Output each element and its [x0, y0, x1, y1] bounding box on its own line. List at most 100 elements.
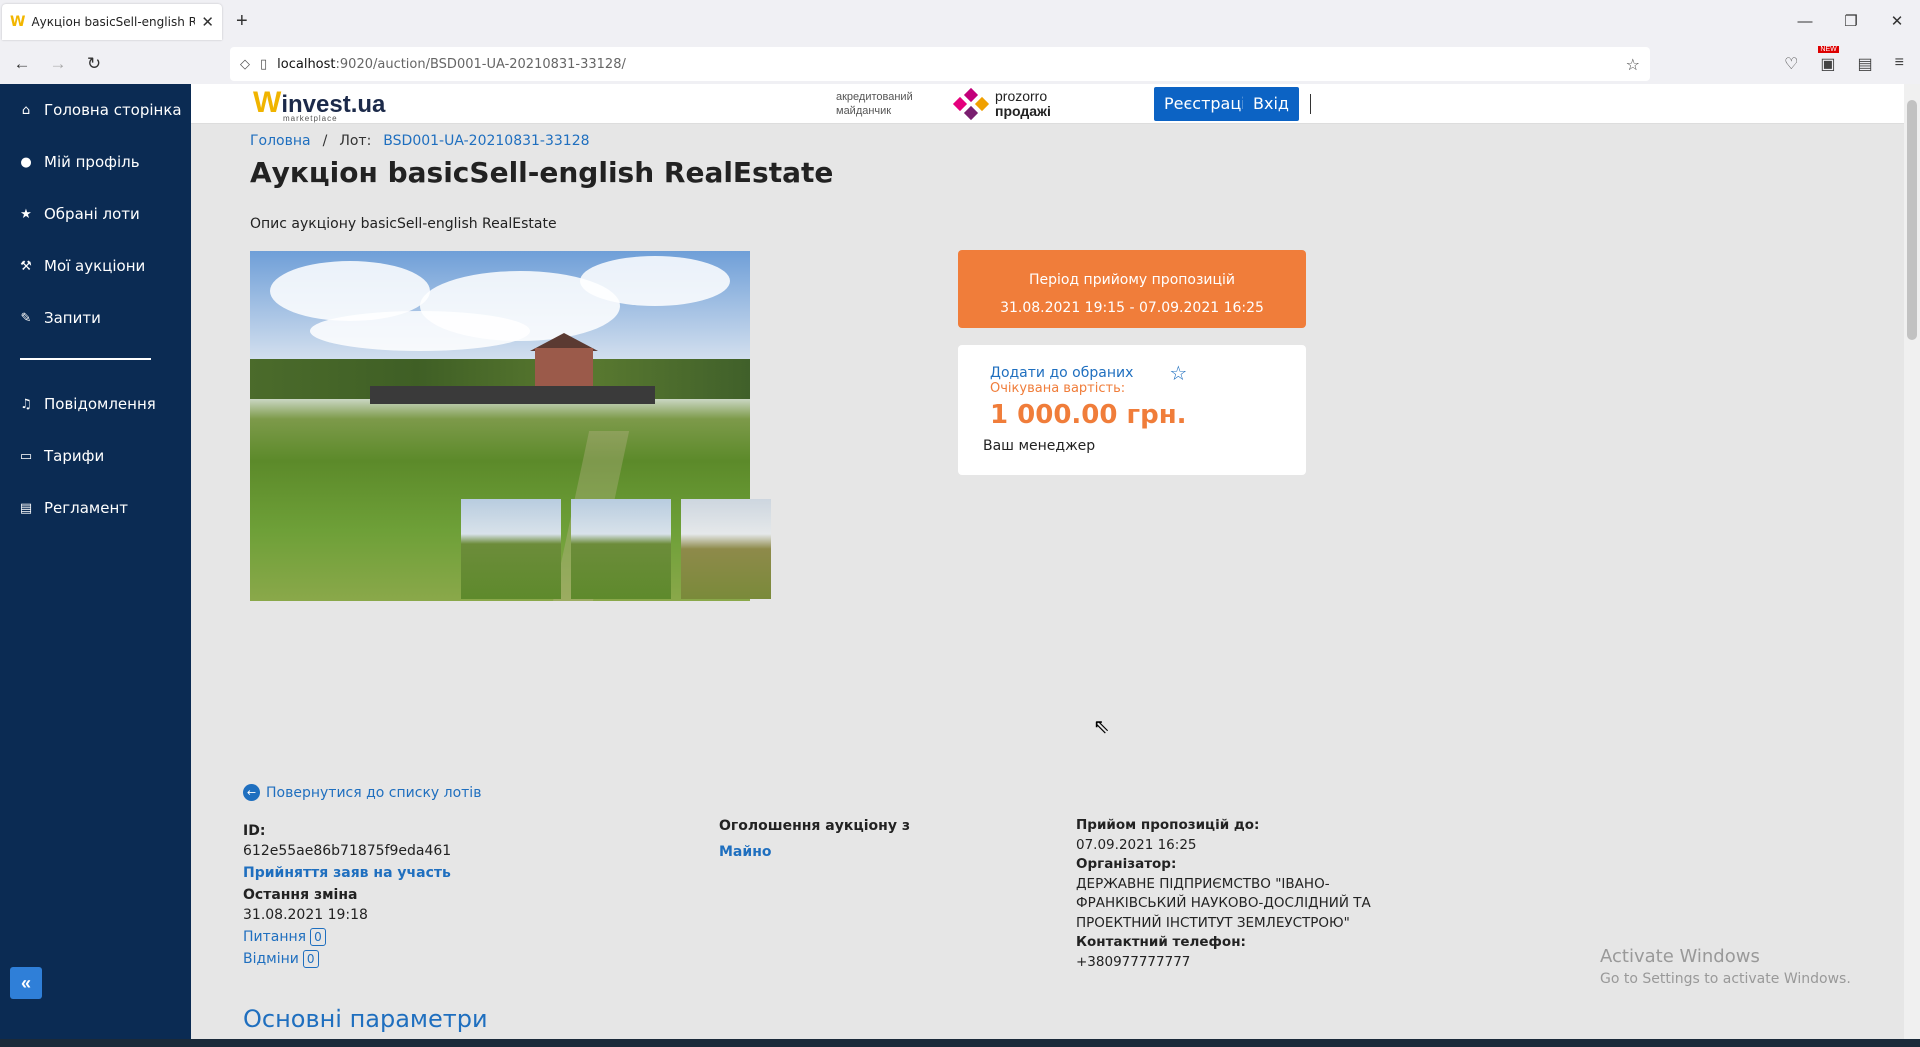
- extension-icon[interactable]: NEW ▣: [1818, 46, 1839, 74]
- browser-tab[interactable]: W Аукціон basicSell-english RealE ✕: [2, 4, 222, 40]
- shield-icon: ◇: [240, 56, 250, 72]
- login-button[interactable]: Вхід: [1243, 87, 1299, 121]
- accredited-line2: майданчик: [836, 105, 892, 117]
- bidding-period-banner: Період прийому пропозицій 31.08.2021 19:…: [958, 250, 1306, 328]
- back-label: Повернутися до списку лотів: [266, 784, 482, 801]
- logo-sub: marketplace: [283, 114, 338, 123]
- money-icon: ▭: [19, 448, 33, 464]
- period-label: Період прийому пропозицій: [1028, 272, 1236, 288]
- star-outline-icon[interactable]: ☆: [1169, 361, 1187, 385]
- accredited-line1: акредитований: [836, 91, 913, 103]
- new-badge: NEW: [1818, 46, 1839, 53]
- document-icon: ▤: [19, 500, 33, 516]
- sidebar-item-label: Мої аукціони: [44, 257, 146, 275]
- save-icon[interactable]: ▤: [1858, 54, 1873, 74]
- back-arrow-icon[interactable]: ←: [8, 54, 36, 74]
- photo-thumbnails: [461, 499, 771, 599]
- nav-bar: ← → ↻ ◇ ▯ localhost :9020/auction/BSD001…: [0, 44, 1920, 84]
- status-link[interactable]: Прийняття заяв на участь: [243, 863, 451, 883]
- tab-bar: W Аукціон basicSell-english RealE ✕ + — …: [0, 0, 1920, 44]
- organizer-value: ДЕРЖАВНЕ ПІДПРИЄМСТВО "ІВАНО-ФРАНКІВСЬКИ…: [1076, 875, 1371, 931]
- home-icon: ⌂: [21, 102, 31, 118]
- thumbnail[interactable]: [571, 499, 671, 599]
- deadline-label: Прийом пропозицій до:: [1076, 817, 1260, 833]
- new-tab-icon[interactable]: +: [236, 10, 248, 33]
- main-content: Головна / Лот: BSD001-UA-20210831-33128 …: [191, 124, 1904, 1039]
- price-card: Додати до обраних ☆ Очікувана вартість: 1…: [958, 345, 1306, 475]
- details-column-1: ID: 612e55ae86b71875f9eda461 Прийняття з…: [243, 821, 451, 969]
- expected-price-label: Очікувана вартість:: [990, 381, 1126, 396]
- expected-price: 1 000.00 грн.: [990, 400, 1187, 430]
- sidebar-item-label: Головна сторінка: [44, 101, 182, 119]
- collapse-sidebar-button[interactable]: «: [10, 967, 42, 999]
- site-header: Winvest.ua marketplace акредитований майда…: [191, 84, 1904, 124]
- menu-icon[interactable]: ≡: [1895, 54, 1904, 74]
- questions-count: 0: [310, 928, 326, 946]
- sidebar-item-requests[interactable]: ✎ Запити: [0, 292, 191, 344]
- details-column-2: Оголошення аукціону з Майно: [719, 816, 910, 862]
- auction-description: Опис аукціону basicSell-english RealEsta…: [250, 216, 557, 232]
- url-path: :9020/auction/BSD001-UA-20210831-33128/: [335, 56, 626, 72]
- breadcrumb-lot-id[interactable]: BSD001-UA-20210831-33128: [383, 133, 589, 149]
- breadcrumb-home[interactable]: Головна: [250, 133, 311, 149]
- accredited-label: акредитований майданчик: [836, 90, 913, 118]
- minimize-icon[interactable]: —: [1782, 0, 1828, 44]
- breadcrumb-sep: /: [322, 133, 328, 149]
- sidebar-item-label: Тарифи: [44, 447, 105, 465]
- activate-line1: Activate Windows: [1600, 946, 1760, 967]
- sidebar: ⌂ Головна сторінка ● Мій профіль ★ Обрані л…: [0, 84, 191, 1039]
- sidebar-item-label: Мій профіль: [44, 153, 140, 171]
- sidebar-item-home[interactable]: ⌂ Головна сторінка: [0, 84, 191, 136]
- restore-icon[interactable]: ❐: [1828, 0, 1874, 44]
- breadcrumb: Головна / Лот: BSD001-UA-20210831-33128: [250, 133, 590, 149]
- details-column-3: Прийом пропозицій до: 07.09.2021 16:25 О…: [1076, 816, 1396, 972]
- toolbar-icons: ♡ NEW ▣ ▤ ≡: [1784, 46, 1904, 74]
- bookmark-star-icon[interactable]: ☆: [1626, 55, 1640, 74]
- thumbnail[interactable]: [681, 499, 771, 599]
- tab-title: Аукціон basicSell-english RealE: [31, 15, 196, 29]
- page-scrollbar[interactable]: [1904, 84, 1920, 1039]
- cancels-count: 0: [302, 950, 319, 968]
- breadcrumb-lot-label: Лот:: [339, 133, 372, 149]
- favicon-icon: W: [10, 14, 26, 30]
- thumbnail[interactable]: [461, 499, 561, 599]
- url-bar[interactable]: ◇ ▯ localhost :9020/auction/BSD001-UA-20…: [230, 47, 1650, 81]
- last-change-label: Остання зміна: [243, 887, 358, 903]
- prozorro-text: prozorro продажі: [995, 89, 1051, 119]
- sidebar-item-notifications[interactable]: ♫ Повідомлення: [0, 378, 191, 430]
- phone-label: Контактний телефон:: [1076, 934, 1246, 950]
- scrollbar-thumb[interactable]: [1907, 100, 1917, 340]
- page-title: Аукціон basicSell-english RealEstate: [250, 156, 834, 189]
- prozorro-logo[interactable]: prozorro продажі: [951, 87, 1051, 121]
- pencil-icon: ✎: [20, 310, 32, 326]
- url-host: localhost: [277, 56, 336, 72]
- activate-windows-watermark: Activate Windows Go to Settings to activ…: [1600, 946, 1851, 987]
- prozorro-line2: продажі: [995, 103, 1051, 119]
- add-favorite-label: Додати до обраних: [990, 365, 1134, 381]
- period-range: 31.08.2021 19:15 - 07.09.2021 16:25: [1000, 300, 1264, 316]
- deadline-value: 07.09.2021 16:25: [1076, 836, 1197, 853]
- announce-label: Оголошення аукціону з: [719, 818, 910, 834]
- forward-arrow-icon[interactable]: →: [44, 54, 72, 74]
- user-icon: ●: [20, 154, 32, 170]
- back-to-lots-link[interactable]: ← Повернутися до списку лотів: [243, 784, 481, 801]
- gavel-icon: ⚒: [20, 258, 32, 274]
- window-controls: — ❐ ✕: [1782, 0, 1920, 44]
- announce-value[interactable]: Майно: [719, 842, 910, 862]
- sidebar-item-favorites[interactable]: ★ Обрані лоти: [0, 188, 191, 240]
- questions-link[interactable]: Питання 0: [243, 927, 451, 947]
- sidebar-item-profile[interactable]: ● Мій профіль: [0, 136, 191, 188]
- reload-icon[interactable]: ↻: [80, 54, 108, 74]
- sidebar-item-regulations[interactable]: ▤ Регламент: [0, 482, 191, 534]
- site-logo[interactable]: Winvest.ua marketplace: [253, 86, 385, 123]
- cancels-label: Відміни: [243, 951, 299, 967]
- id-label: ID:: [243, 823, 266, 839]
- sidebar-item-tariffs[interactable]: ▭ Тарифи: [0, 430, 191, 482]
- close-window-icon[interactable]: ✕: [1874, 0, 1920, 44]
- close-tab-icon[interactable]: ✕: [201, 13, 214, 31]
- taskbar-strip: [0, 1039, 1920, 1047]
- sidebar-item-my-auctions[interactable]: ⚒ Мої аукціони: [0, 240, 191, 292]
- cancels-link[interactable]: Відміни 0: [243, 949, 451, 969]
- pocket-icon[interactable]: ♡: [1784, 54, 1798, 74]
- prozorro-dots-icon: [951, 87, 991, 121]
